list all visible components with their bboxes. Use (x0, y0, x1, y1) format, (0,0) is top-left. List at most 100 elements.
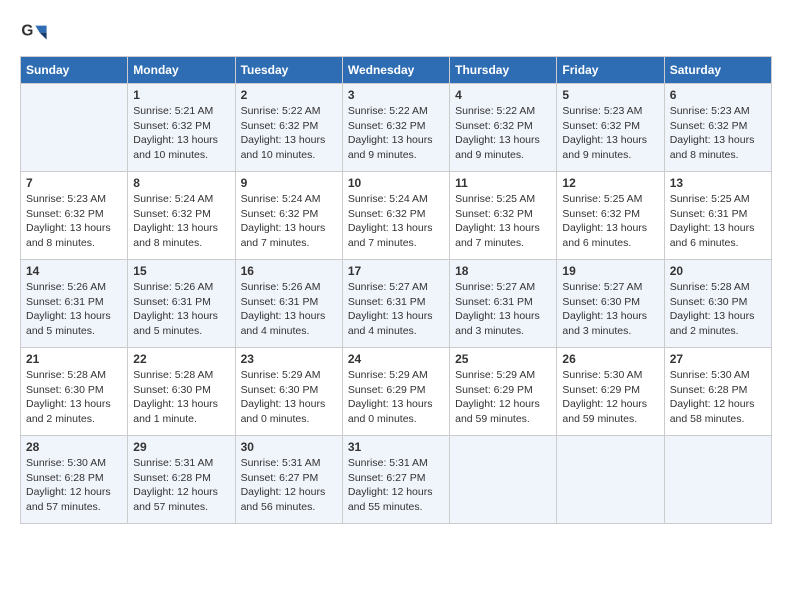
calendar-cell: 10 Sunrise: 5:24 AMSunset: 6:32 PMDayligh… (342, 172, 449, 260)
calendar-body: 1 Sunrise: 5:21 AMSunset: 6:32 PMDaylight… (21, 84, 772, 524)
day-info: Sunrise: 5:29 AMSunset: 6:30 PMDaylight:… (241, 368, 337, 427)
day-number: 30 (241, 440, 337, 454)
calendar-cell: 29Sunrise: 5:31 AMSunset: 6:28 PMDayligh… (128, 436, 235, 524)
header: G (20, 20, 772, 48)
day-info: Sunrise: 5:27 AMSunset: 6:31 PMDaylight:… (455, 280, 551, 339)
day-number: 27 (670, 352, 766, 366)
day-number: 6 (670, 88, 766, 102)
day-number: 1 (133, 88, 229, 102)
day-info: Sunrise: 5:31 AMSunset: 6:27 PMDaylight:… (348, 456, 444, 515)
day-number: 28 (26, 440, 122, 454)
day-info: Sunrise: 5:22 AMSunset: 6:32 PMDaylight:… (241, 104, 337, 163)
calendar-cell: 3 Sunrise: 5:22 AMSunset: 6:32 PMDaylight… (342, 84, 449, 172)
calendar-cell: 6Sunrise: 5:23 AMSunset: 6:32 PMDaylight… (664, 84, 771, 172)
calendar-cell: 16 Sunrise: 5:26 AMSunset: 6:31 PMDayligh… (235, 260, 342, 348)
calendar-cell: 24Sunrise: 5:29 AMSunset: 6:29 PMDayligh… (342, 348, 449, 436)
day-number: 13 (670, 176, 766, 190)
calendar-cell: 26Sunrise: 5:30 AMSunset: 6:29 PMDayligh… (557, 348, 664, 436)
day-info: Sunrise: 5:28 AMSunset: 6:30 PMDaylight:… (670, 280, 766, 339)
calendar-cell: 18 Sunrise: 5:27 AMSunset: 6:31 PMDayligh… (450, 260, 557, 348)
day-number: 12 (562, 176, 658, 190)
day-info: Sunrise: 5:24 AMSunset: 6:32 PMDaylight:… (241, 192, 337, 251)
calendar-cell: 14 Sunrise: 5:26 AMSunset: 6:31 PMDayligh… (21, 260, 128, 348)
calendar-cell: 12 Sunrise: 5:25 AMSunset: 6:32 PMDayligh… (557, 172, 664, 260)
day-number: 10 (348, 176, 444, 190)
day-info: Sunrise: 5:22 AMSunset: 6:32 PMDaylight:… (455, 104, 551, 163)
day-info: Sunrise: 5:26 AMSunset: 6:31 PMDaylight:… (26, 280, 122, 339)
calendar-cell: 11 Sunrise: 5:25 AMSunset: 6:32 PMDayligh… (450, 172, 557, 260)
day-info: Sunrise: 5:22 AMSunset: 6:32 PMDaylight:… (348, 104, 444, 163)
day-number: 16 (241, 264, 337, 278)
day-info: Sunrise: 5:31 AMSunset: 6:28 PMDaylight:… (133, 456, 229, 515)
day-info: Sunrise: 5:23 AMSunset: 6:32 PMDaylight:… (562, 104, 658, 163)
svg-text:G: G (21, 22, 33, 39)
calendar-cell: 23 Sunrise: 5:29 AMSunset: 6:30 PMDayligh… (235, 348, 342, 436)
day-info: Sunrise: 5:25 AMSunset: 6:32 PMDaylight:… (562, 192, 658, 251)
day-number: 23 (241, 352, 337, 366)
day-info: Sunrise: 5:29 AMSunset: 6:29 PMDaylight:… (348, 368, 444, 427)
calendar-cell: 22Sunrise: 5:28 AMSunset: 6:30 PMDayligh… (128, 348, 235, 436)
day-number: 25 (455, 352, 551, 366)
calendar-cell: 8 Sunrise: 5:24 AMSunset: 6:32 PMDaylight… (128, 172, 235, 260)
day-info: Sunrise: 5:26 AMSunset: 6:31 PMDaylight:… (241, 280, 337, 339)
header-cell-tuesday: Tuesday (235, 57, 342, 84)
day-number: 18 (455, 264, 551, 278)
calendar-week-3: 14 Sunrise: 5:26 AMSunset: 6:31 PMDayligh… (21, 260, 772, 348)
day-number: 9 (241, 176, 337, 190)
calendar-cell: 19 Sunrise: 5:27 AMSunset: 6:30 PMDayligh… (557, 260, 664, 348)
calendar-cell: 4 Sunrise: 5:22 AMSunset: 6:32 PMDaylight… (450, 84, 557, 172)
header-cell-monday: Monday (128, 57, 235, 84)
day-number: 31 (348, 440, 444, 454)
day-number: 20 (670, 264, 766, 278)
day-info: Sunrise: 5:24 AMSunset: 6:32 PMDaylight:… (348, 192, 444, 251)
calendar-cell: 5 Sunrise: 5:23 AMSunset: 6:32 PMDaylight… (557, 84, 664, 172)
calendar-cell: 2 Sunrise: 5:22 AMSunset: 6:32 PMDaylight… (235, 84, 342, 172)
day-number: 7 (26, 176, 122, 190)
calendar-cell (21, 84, 128, 172)
header-cell-wednesday: Wednesday (342, 57, 449, 84)
calendar-cell (664, 436, 771, 524)
day-info: Sunrise: 5:29 AMSunset: 6:29 PMDaylight:… (455, 368, 551, 427)
day-info: Sunrise: 5:27 AMSunset: 6:30 PMDaylight:… (562, 280, 658, 339)
day-info: Sunrise: 5:27 AMSunset: 6:31 PMDaylight:… (348, 280, 444, 339)
day-number: 4 (455, 88, 551, 102)
calendar-cell (450, 436, 557, 524)
day-number: 3 (348, 88, 444, 102)
calendar-week-5: 28 Sunrise: 5:30 AMSunset: 6:28 PMDayligh… (21, 436, 772, 524)
calendar-cell: 9 Sunrise: 5:24 AMSunset: 6:32 PMDaylight… (235, 172, 342, 260)
day-info: Sunrise: 5:25 AMSunset: 6:32 PMDaylight:… (455, 192, 551, 251)
calendar-cell: 15 Sunrise: 5:26 AMSunset: 6:31 PMDayligh… (128, 260, 235, 348)
day-number: 17 (348, 264, 444, 278)
day-info: Sunrise: 5:30 AMSunset: 6:28 PMDaylight:… (26, 456, 122, 515)
day-number: 14 (26, 264, 122, 278)
calendar-cell: 21Sunrise: 5:28 AMSunset: 6:30 PMDayligh… (21, 348, 128, 436)
calendar-cell: 27 Sunrise: 5:30 AMSunset: 6:28 PMDayligh… (664, 348, 771, 436)
calendar-cell: 28 Sunrise: 5:30 AMSunset: 6:28 PMDayligh… (21, 436, 128, 524)
day-info: Sunrise: 5:30 AMSunset: 6:29 PMDaylight:… (562, 368, 658, 427)
day-info: Sunrise: 5:23 AMSunset: 6:32 PMDaylight:… (26, 192, 122, 251)
calendar-cell: 1 Sunrise: 5:21 AMSunset: 6:32 PMDaylight… (128, 84, 235, 172)
day-number: 2 (241, 88, 337, 102)
calendar-cell: 13 Sunrise: 5:25 AMSunset: 6:31 PMDayligh… (664, 172, 771, 260)
day-number: 19 (562, 264, 658, 278)
calendar-table: SundayMondayTuesdayWednesdayThursdayFrid… (20, 56, 772, 524)
calendar-cell: 30 Sunrise: 5:31 AMSunset: 6:27 PMDayligh… (235, 436, 342, 524)
day-info: Sunrise: 5:31 AMSunset: 6:27 PMDaylight:… (241, 456, 337, 515)
calendar-cell: 20 Sunrise: 5:28 AMSunset: 6:30 PMDayligh… (664, 260, 771, 348)
day-number: 5 (562, 88, 658, 102)
calendar-cell: 31 Sunrise: 5:31 AMSunset: 6:27 PMDayligh… (342, 436, 449, 524)
day-info: Sunrise: 5:21 AMSunset: 6:32 PMDaylight:… (133, 104, 229, 163)
day-info: Sunrise: 5:24 AMSunset: 6:32 PMDaylight:… (133, 192, 229, 251)
day-number: 22 (133, 352, 229, 366)
day-number: 11 (455, 176, 551, 190)
logo: G (20, 20, 50, 48)
logo-icon: G (20, 20, 48, 48)
day-number: 8 (133, 176, 229, 190)
day-info: Sunrise: 5:25 AMSunset: 6:31 PMDaylight:… (670, 192, 766, 251)
day-info: Sunrise: 5:30 AMSunset: 6:28 PMDaylight:… (670, 368, 766, 427)
header-cell-thursday: Thursday (450, 57, 557, 84)
calendar-cell: 7 Sunrise: 5:23 AMSunset: 6:32 PMDaylight… (21, 172, 128, 260)
day-info: Sunrise: 5:26 AMSunset: 6:31 PMDaylight:… (133, 280, 229, 339)
day-number: 15 (133, 264, 229, 278)
calendar-week-2: 7 Sunrise: 5:23 AMSunset: 6:32 PMDaylight… (21, 172, 772, 260)
